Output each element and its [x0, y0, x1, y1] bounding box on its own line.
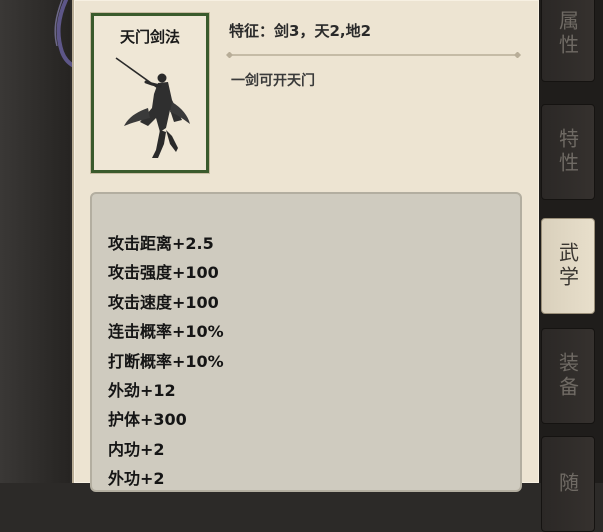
tab-label: 随 — [555, 472, 580, 496]
feature-label: 特征： — [229, 22, 275, 40]
attribute-item: 内功+2 — [108, 439, 165, 459]
tab-companion[interactable]: 随 — [541, 436, 595, 532]
attribute-item: 攻击强度+100 — [108, 263, 219, 283]
attribute-item: 攻击距离+2.5 — [108, 234, 214, 253]
feature-values: 剑3，天2,地2 — [274, 22, 372, 40]
skill-description: 一剑可开天门 — [231, 73, 315, 89]
tab-martial-arts[interactable]: 武学 — [541, 218, 595, 314]
tab-attributes[interactable]: 属性 — [541, 0, 595, 82]
attribute-item: 连击概率+10% — [108, 322, 224, 342]
tab-equipment[interactable]: 装备 — [541, 328, 595, 424]
attribute-list: 攻击距离+2.5 攻击强度+100 攻击速度+100 连击概率+10% 打断概率… — [108, 229, 224, 494]
skill-detail-panel: 天门剑法 特征：剑3，天2,地2 一剑可开天门 攻击距离+2.5 攻击强度+10… — [72, 0, 541, 492]
attribute-item: 打断概率+10% — [108, 351, 224, 371]
skill-name: 天门剑法 — [119, 28, 180, 46]
attribute-item: 外功+2 — [108, 469, 165, 489]
tab-label: 特性 — [555, 128, 580, 176]
divider — [226, 52, 522, 58]
tab-column: 属性 特性 武学 装备 随 — [539, 0, 603, 532]
skill-feature: 特征：剑3，天2,地2 — [229, 20, 371, 41]
attribute-box: 攻击距离+2.5 攻击强度+100 攻击速度+100 连击概率+10% 打断概率… — [90, 192, 522, 492]
left-backdrop — [0, 0, 76, 483]
tab-label: 武学 — [555, 242, 580, 290]
tab-traits[interactable]: 特性 — [541, 104, 595, 200]
attribute-item: 外劲+12 — [108, 380, 176, 400]
skill-card[interactable]: 天门剑法 — [91, 13, 209, 173]
tab-label: 属性 — [555, 10, 580, 58]
attribute-item: 攻击速度+100 — [108, 292, 219, 312]
tab-label: 装备 — [555, 352, 580, 400]
attribute-item: 护体+300 — [108, 410, 187, 430]
swordsman-figure-icon — [115, 57, 190, 158]
